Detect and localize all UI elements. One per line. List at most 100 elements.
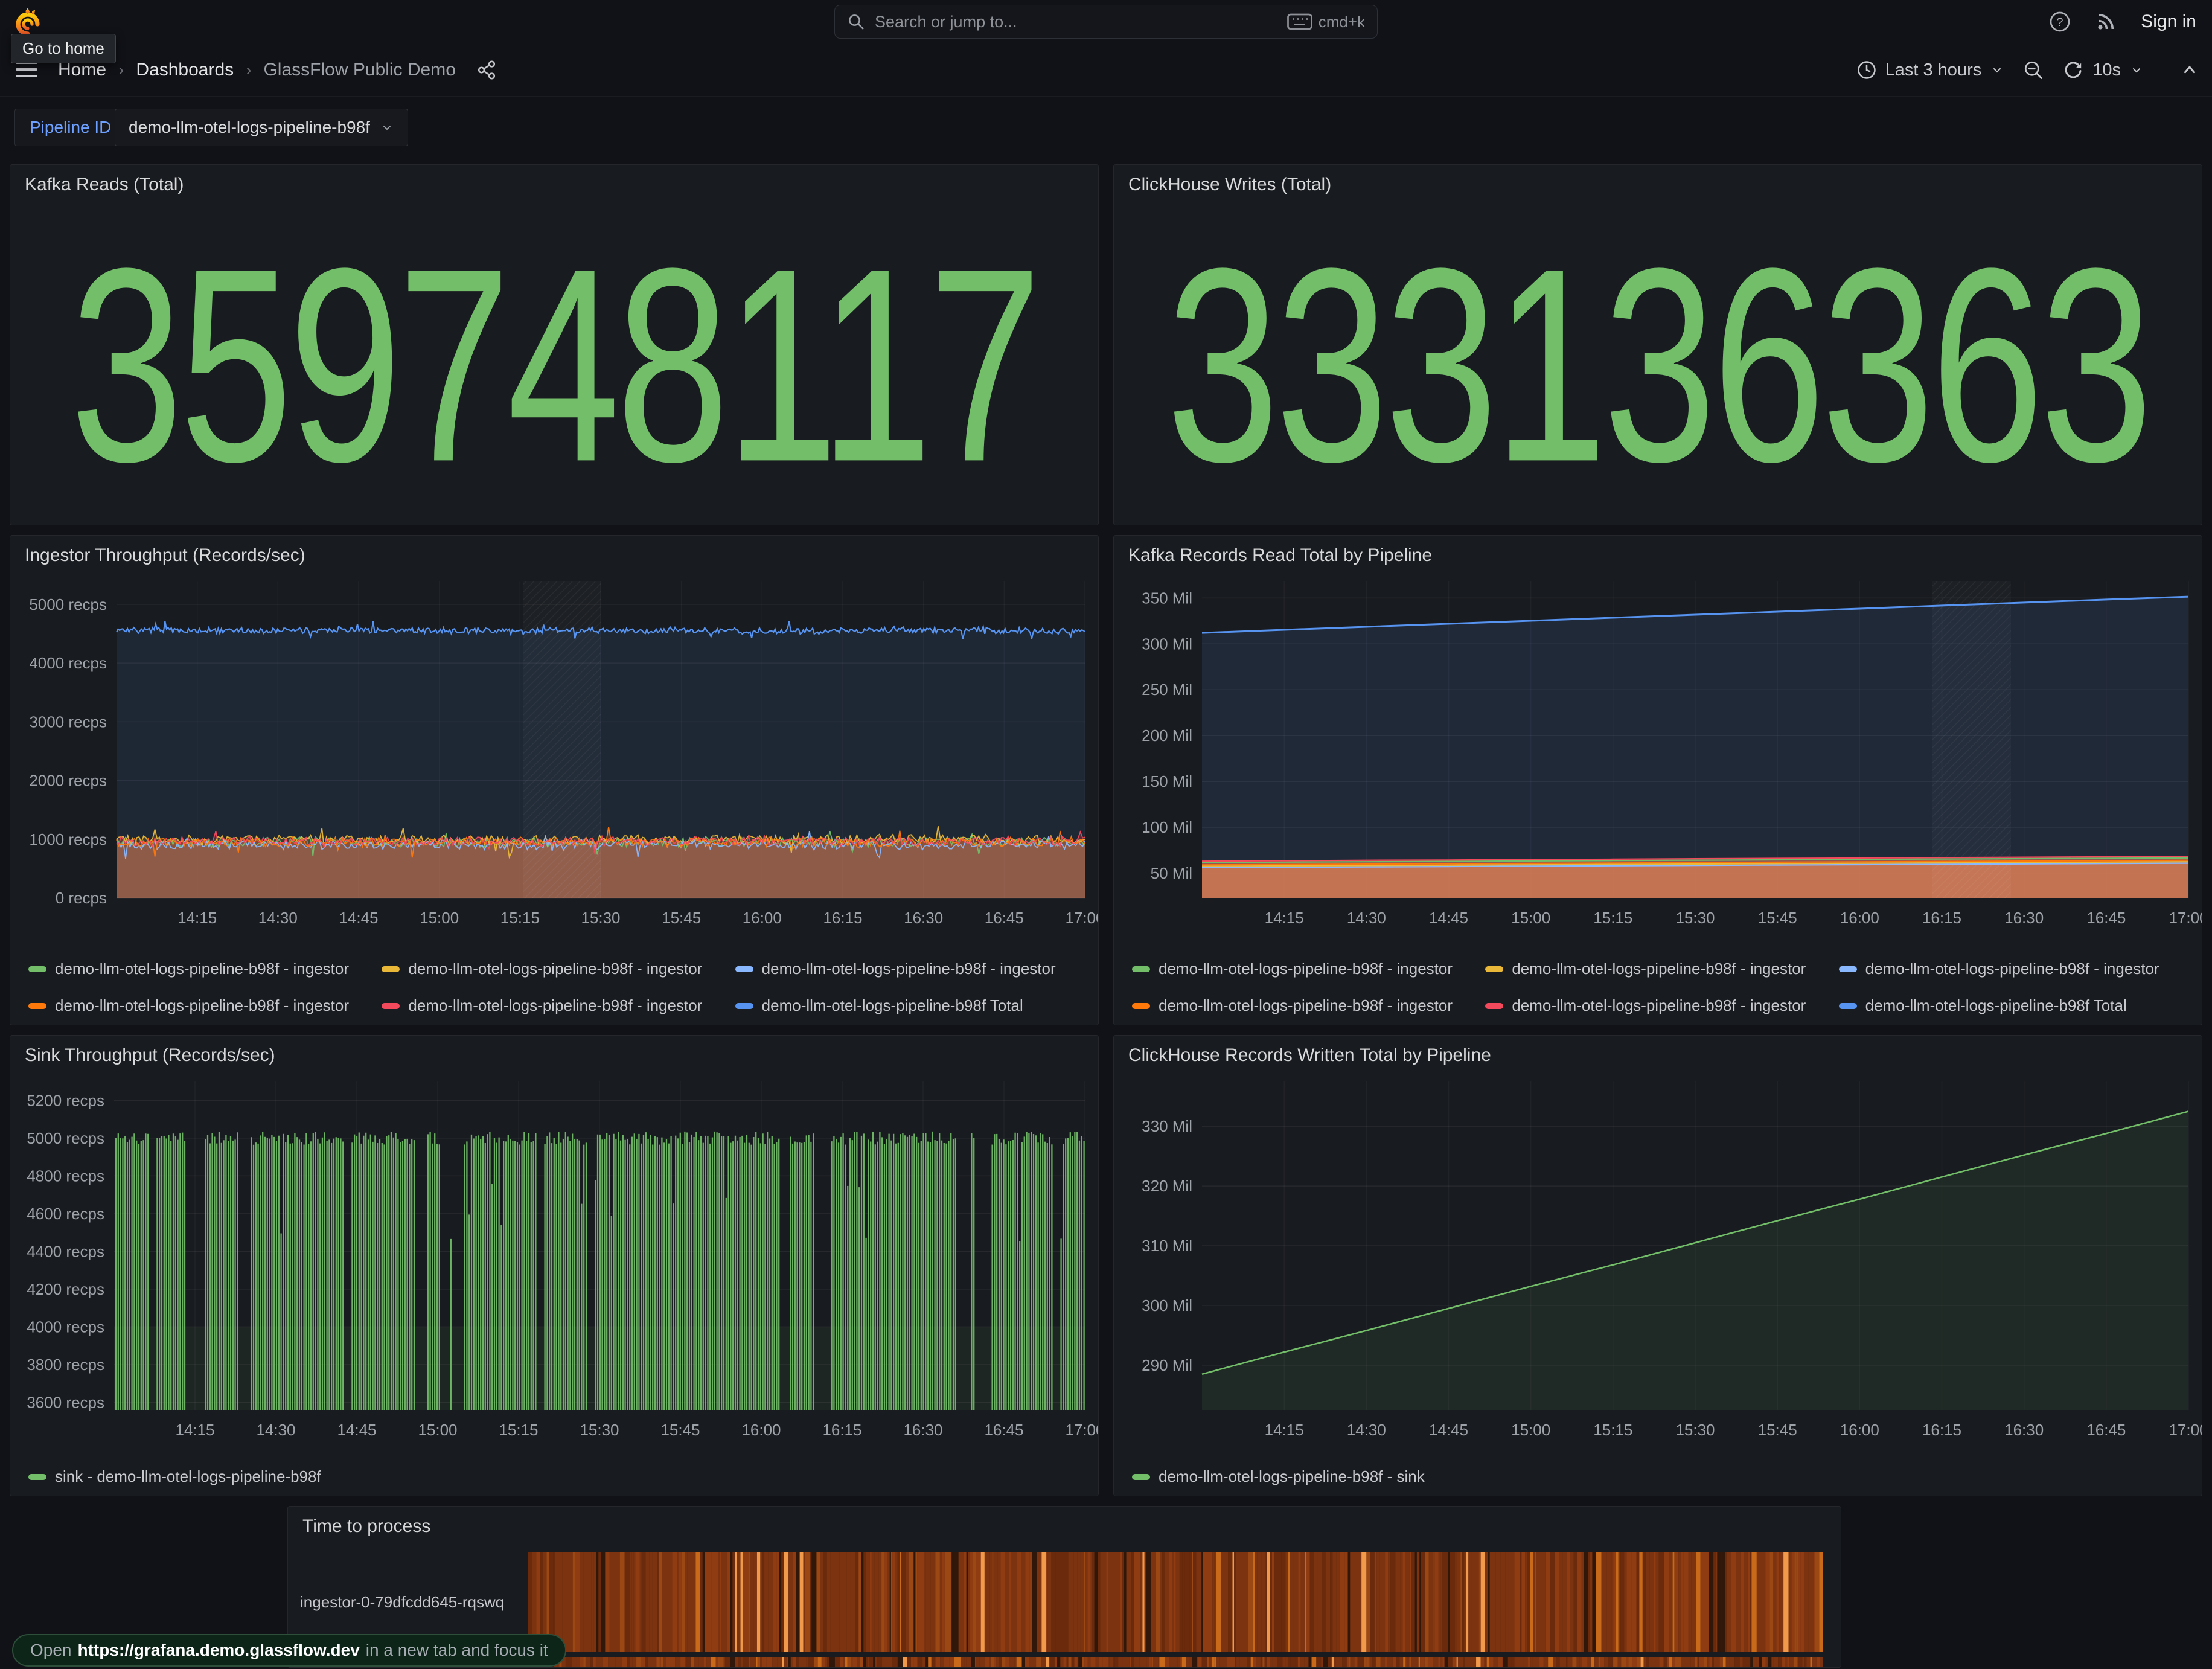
svg-text:5000 recps: 5000 recps <box>27 1129 104 1147</box>
svg-text:15:30: 15:30 <box>580 1421 619 1439</box>
legend-item[interactable]: demo-llm-otel-logs-pipeline-b98f - inges… <box>1485 996 1833 1015</box>
legend-swatch <box>1485 966 1503 972</box>
legend-item[interactable]: demo-llm-otel-logs-pipeline-b98f Total <box>735 996 1084 1015</box>
svg-text:4000 recps: 4000 recps <box>29 654 107 672</box>
legend-item[interactable]: demo-llm-otel-logs-pipeline-b98f - inges… <box>1132 959 1480 978</box>
svg-text:250 Mil: 250 Mil <box>1142 681 1192 699</box>
svg-text:14:45: 14:45 <box>1429 1421 1468 1439</box>
sink-throughput-chart[interactable]: 14:1514:3014:4515:0015:1515:3015:4516:00… <box>10 1074 1099 1443</box>
status-url: https://grafana.demo.glassflow.dev <box>78 1641 360 1660</box>
svg-text:15:45: 15:45 <box>662 909 701 927</box>
legend-item[interactable]: demo-llm-otel-logs-pipeline-b98f - inges… <box>1485 959 1833 978</box>
pipeline-id-select[interactable]: demo-llm-otel-logs-pipeline-b98f <box>115 109 408 146</box>
svg-text:16:45: 16:45 <box>984 1421 1023 1439</box>
svg-text:16:30: 16:30 <box>903 1421 942 1439</box>
svg-text:16:30: 16:30 <box>2004 1421 2044 1439</box>
svg-text:17:00: 17:00 <box>2169 1421 2202 1439</box>
legend-item[interactable]: demo-llm-otel-logs-pipeline-b98f - inges… <box>735 959 1084 978</box>
legend-item[interactable]: demo-llm-otel-logs-pipeline-b98f - inges… <box>1839 959 2187 978</box>
svg-text:15:30: 15:30 <box>1675 909 1715 927</box>
legend-swatch <box>382 1003 400 1009</box>
svg-text:50 Mil: 50 Mil <box>1151 864 1192 882</box>
svg-text:15:45: 15:45 <box>660 1421 700 1439</box>
legend-item[interactable]: demo-llm-otel-logs-pipeline-b98f - sink <box>1132 1467 2187 1486</box>
svg-text:4400 recps: 4400 recps <box>27 1242 104 1260</box>
svg-text:15:15: 15:15 <box>500 909 540 927</box>
svg-text:3800 recps: 3800 recps <box>27 1356 104 1374</box>
kafka-reads-value: 359748117 <box>10 164 1098 525</box>
panel-kafka-records-read: Kafka Records Read Total by Pipeline 14:… <box>1113 535 2202 1025</box>
svg-text:16:45: 16:45 <box>2086 909 2126 927</box>
svg-text:0 recps: 0 recps <box>56 889 107 907</box>
svg-text:3600 recps: 3600 recps <box>27 1393 104 1411</box>
status-suffix: in a new tab and focus it <box>366 1641 548 1660</box>
legend-swatch <box>28 966 46 972</box>
search-placeholder: Search or jump to... <box>875 13 1277 31</box>
svg-text:14:15: 14:15 <box>175 1421 214 1439</box>
legend-item[interactable]: demo-llm-otel-logs-pipeline-b98f - inges… <box>28 959 377 978</box>
svg-text:14:45: 14:45 <box>1429 909 1468 927</box>
svg-text:16:00: 16:00 <box>1840 909 1879 927</box>
sign-in-button[interactable]: Sign in <box>2141 11 2196 32</box>
time-to-process-heatmap[interactable] <box>528 1552 1823 1668</box>
svg-text:300 Mil: 300 Mil <box>1142 1296 1192 1315</box>
svg-text:15:30: 15:30 <box>1675 1421 1715 1439</box>
refresh-interval-label: 10s <box>2092 60 2121 80</box>
svg-text:16:45: 16:45 <box>985 909 1024 927</box>
svg-text:16:00: 16:00 <box>1840 1421 1879 1439</box>
refresh-icon <box>2062 59 2084 81</box>
panel-title: Kafka Reads (Total) <box>25 175 184 195</box>
search-input[interactable]: Search or jump to... cmd+k <box>834 5 1378 39</box>
clickhouse-records-written-chart[interactable]: 14:1514:3014:4515:0015:1515:3015:4516:00… <box>1114 1074 2202 1443</box>
svg-text:15:15: 15:15 <box>1593 909 1632 927</box>
svg-text:16:45: 16:45 <box>2086 1421 2126 1439</box>
clock-icon <box>1856 60 1877 80</box>
zoom-out-icon[interactable] <box>2022 59 2044 81</box>
legend-swatch <box>1839 1003 1857 1009</box>
panel-title: ClickHouse Records Written Total by Pipe… <box>1128 1045 1491 1066</box>
svg-text:15:15: 15:15 <box>1593 1421 1632 1439</box>
grafana-logo[interactable] <box>13 7 42 36</box>
svg-text:14:30: 14:30 <box>258 909 298 927</box>
legend-swatch <box>1485 1003 1503 1009</box>
svg-text:5000 recps: 5000 recps <box>29 595 107 613</box>
chevron-down-icon <box>1990 63 2004 77</box>
chart-legend: sink - demo-llm-otel-logs-pipeline-b98f <box>28 1467 1084 1486</box>
legend-swatch <box>1132 966 1150 972</box>
legend-label: demo-llm-otel-logs-pipeline-b98f - sink <box>1159 1467 1425 1486</box>
time-range-picker[interactable]: Last 3 hours <box>1856 60 2005 80</box>
svg-text:3000 recps: 3000 recps <box>29 713 107 731</box>
help-icon[interactable]: ? <box>2049 11 2071 33</box>
dashboard-controls-bar: Home › Dashboards › GlassFlow Public Dem… <box>0 43 2212 97</box>
svg-text:16:00: 16:00 <box>741 1421 781 1439</box>
ingestor-throughput-chart[interactable]: 14:1514:3014:4515:0015:1515:3015:4516:00… <box>10 574 1099 931</box>
legend-swatch <box>1132 1474 1150 1480</box>
svg-text:330 Mil: 330 Mil <box>1142 1117 1192 1135</box>
svg-text:14:30: 14:30 <box>256 1421 295 1439</box>
legend-item[interactable]: demo-llm-otel-logs-pipeline-b98f Total <box>1839 996 2187 1015</box>
legend-item[interactable]: demo-llm-otel-logs-pipeline-b98f - inges… <box>382 996 730 1015</box>
svg-text:14:45: 14:45 <box>339 909 378 927</box>
legend-item[interactable]: demo-llm-otel-logs-pipeline-b98f - inges… <box>1132 996 1480 1015</box>
legend-item[interactable]: demo-llm-otel-logs-pipeline-b98f - inges… <box>28 996 377 1015</box>
share-icon[interactable] <box>476 60 497 80</box>
legend-item[interactable]: demo-llm-otel-logs-pipeline-b98f - inges… <box>382 959 730 978</box>
breadcrumb-separator: › <box>246 60 251 80</box>
kafka-records-read-chart[interactable]: 14:1514:3014:4515:0015:1515:3015:4516:00… <box>1114 574 2202 931</box>
svg-text:16:15: 16:15 <box>1922 1421 1961 1439</box>
svg-text:2000 recps: 2000 recps <box>29 772 107 790</box>
refresh-picker[interactable]: 10s <box>2062 59 2144 81</box>
go-to-home-tooltip: Go to home <box>11 34 116 63</box>
svg-text:?: ? <box>2057 16 2063 29</box>
legend-swatch <box>28 1474 46 1480</box>
panel-kafka-reads-total: Kafka Reads (Total) 359748117 <box>10 164 1099 525</box>
panel-title: Time to process <box>302 1516 430 1537</box>
collapse-controls-icon[interactable] <box>2181 61 2199 79</box>
breadcrumb-dashboards[interactable]: Dashboards <box>136 60 234 80</box>
svg-text:200 Mil: 200 Mil <box>1142 726 1192 745</box>
legend-item[interactable]: sink - demo-llm-otel-logs-pipeline-b98f <box>28 1467 1084 1486</box>
rss-news-icon[interactable] <box>2095 11 2117 33</box>
svg-text:100 Mil: 100 Mil <box>1142 818 1192 836</box>
legend-swatch <box>382 966 400 972</box>
legend-label: demo-llm-otel-logs-pipeline-b98f - inges… <box>408 996 702 1015</box>
